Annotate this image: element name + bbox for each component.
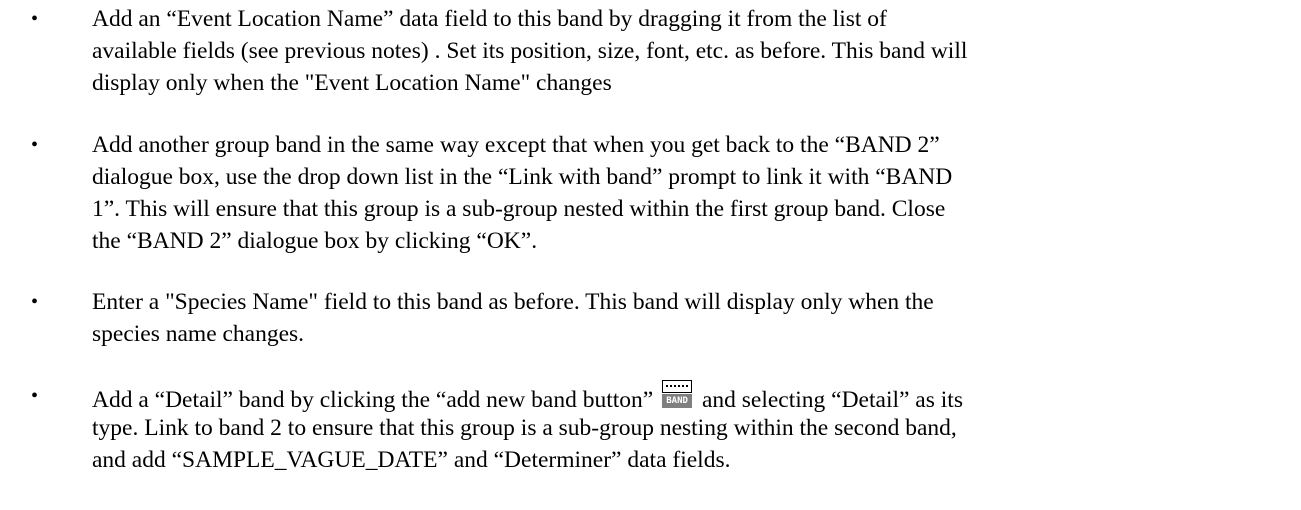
bullet-icon: • [31, 8, 39, 30]
bullet-icon: • [31, 385, 39, 407]
list-item-text: Add an “Event Location Name” data field … [92, 3, 1297, 99]
bullet-icon: • [31, 134, 39, 156]
text-line: dialogue box, use the drop down list in … [92, 164, 953, 190]
text-line: Add another group band in the same way e… [92, 132, 940, 158]
list-item-text: Add another group band in the same way e… [92, 129, 1297, 257]
band-icon-label: BAND [662, 394, 693, 408]
text-line: type. Link to band 2 to ensure that this… [92, 415, 957, 441]
list-item-text: Enter a "Species Name" field to this ban… [92, 286, 1297, 350]
band-icon-dotted-box [662, 380, 693, 393]
text-segment: and selecting “Detail” as its [696, 387, 963, 413]
text-segment: Add a “Detail” band by clicking the “add… [92, 387, 660, 413]
bullet-icon: • [31, 291, 39, 313]
text-line: display only when the "Event Location Na… [92, 70, 612, 96]
text-line: available fields (see previous notes) . … [92, 38, 968, 64]
text-line: the “BAND 2” dialogue box by clicking “O… [92, 228, 538, 254]
add-new-band-icon: BAND [661, 380, 694, 410]
text-line: species name changes. [92, 321, 305, 347]
text-line: and add “SAMPLE_VAGUE_DATE” and “Determi… [92, 447, 731, 473]
text-line: Enter a "Species Name" field to this ban… [92, 289, 934, 315]
list-item-text: Add a “Detail” band by clicking the “add… [92, 380, 1297, 476]
text-line: Add an “Event Location Name” data field … [92, 6, 887, 32]
text-line: Add a “Detail” band by clicking the “add… [92, 380, 1297, 413]
text-line: 1”. This will ensure that this group is … [92, 196, 946, 222]
